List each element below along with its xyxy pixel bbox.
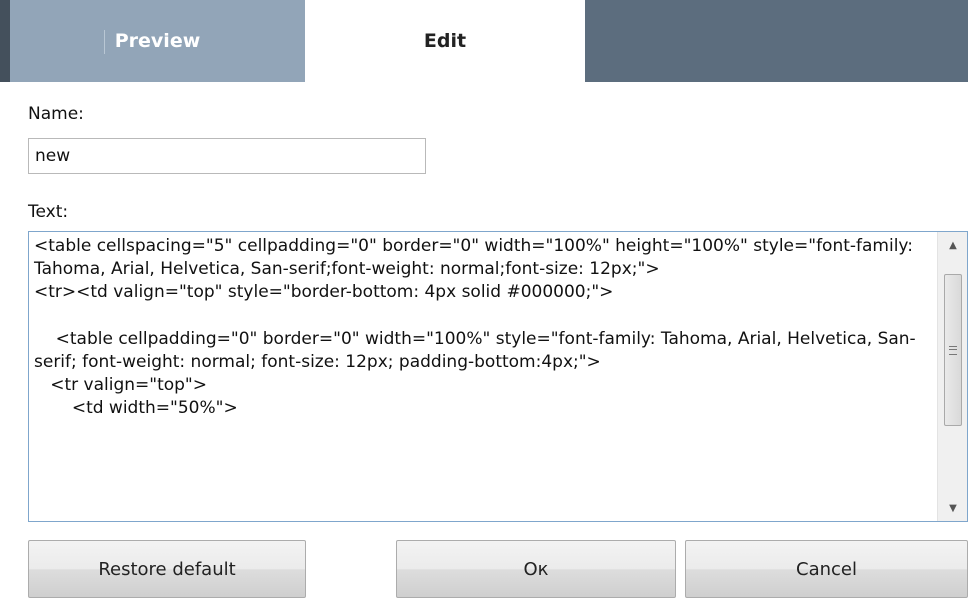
tab-preview-label: Preview — [114, 30, 201, 52]
tab-bar-edge — [0, 0, 10, 82]
text-editor-content[interactable]: <table cellspacing="5" cellpadding="0" b… — [29, 232, 939, 521]
restore-default-label: Restore default — [98, 558, 236, 580]
tab-separator — [104, 30, 105, 54]
scroll-thumb[interactable] — [944, 274, 962, 426]
ok-label: Ок — [523, 558, 549, 580]
tab-edit[interactable]: Edit — [305, 0, 585, 82]
text-label: Text: — [28, 202, 69, 222]
name-input[interactable] — [28, 138, 426, 174]
scroll-grip-icon — [949, 345, 957, 355]
scroll-up-arrow-icon[interactable]: ▲ — [938, 232, 967, 258]
cancel-label: Cancel — [796, 558, 857, 580]
cancel-button[interactable]: Cancel — [685, 540, 968, 598]
tab-edit-label: Edit — [423, 30, 467, 52]
name-label: Name: — [28, 104, 84, 124]
template-editor: Preview Edit Name: Text: <table cellspac… — [0, 0, 968, 610]
scroll-down-arrow-icon[interactable]: ▼ — [938, 495, 967, 521]
vertical-scrollbar[interactable]: ▲ ▼ — [937, 232, 967, 521]
tab-bar: Preview Edit — [0, 0, 968, 82]
text-editor[interactable]: <table cellspacing="5" cellpadding="0" b… — [28, 231, 968, 522]
ok-button[interactable]: Ок — [396, 540, 676, 598]
tab-preview[interactable]: Preview — [10, 0, 305, 82]
restore-default-button[interactable]: Restore default — [28, 540, 306, 598]
